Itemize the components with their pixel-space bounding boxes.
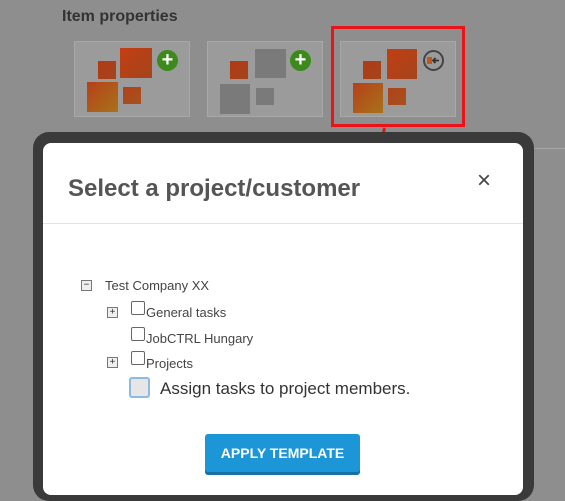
add-items-option[interactable]: + (74, 41, 190, 117)
tree-item-jobctrl-hungary[interactable]: JobCTRL Hungary (146, 331, 253, 346)
section-title: Item properties (62, 8, 178, 25)
item-square-icon (87, 82, 118, 112)
empty-square-icon (256, 88, 274, 105)
empty-square-icon (220, 84, 250, 114)
dialog-title: Select a project/customer (68, 175, 361, 202)
add-empty-items-option[interactable]: + (207, 41, 323, 117)
expand-icon[interactable]: + (107, 307, 118, 318)
item-square-icon (230, 61, 248, 79)
assign-tasks-label[interactable]: Assign tasks to project members. (160, 379, 410, 399)
close-icon[interactable]: × (477, 167, 491, 195)
add-icon: + (290, 50, 311, 71)
dialog-divider (43, 223, 523, 224)
add-icon: + (157, 50, 178, 71)
tree-root-label[interactable]: Test Company XX (105, 278, 209, 293)
select-project-dialog: Select a project/customer × − Test Compa… (43, 143, 523, 495)
expand-icon[interactable]: + (107, 357, 118, 368)
general-tasks-checkbox[interactable] (131, 301, 145, 315)
tree-item-general-tasks[interactable]: General tasks (146, 305, 226, 320)
projects-checkbox[interactable] (131, 351, 145, 365)
collapse-icon[interactable]: − (81, 280, 92, 291)
item-square-icon (123, 87, 141, 104)
assign-tasks-checkbox[interactable] (129, 377, 150, 398)
item-square-icon (98, 61, 116, 79)
jobctrl-hungary-checkbox[interactable] (131, 327, 145, 341)
tree-item-projects[interactable]: Projects (146, 356, 193, 371)
item-square-icon (120, 48, 152, 78)
empty-square-icon (255, 49, 286, 78)
apply-template-button[interactable]: APPLY TEMPLATE (205, 434, 360, 472)
highlight-box (331, 26, 465, 127)
